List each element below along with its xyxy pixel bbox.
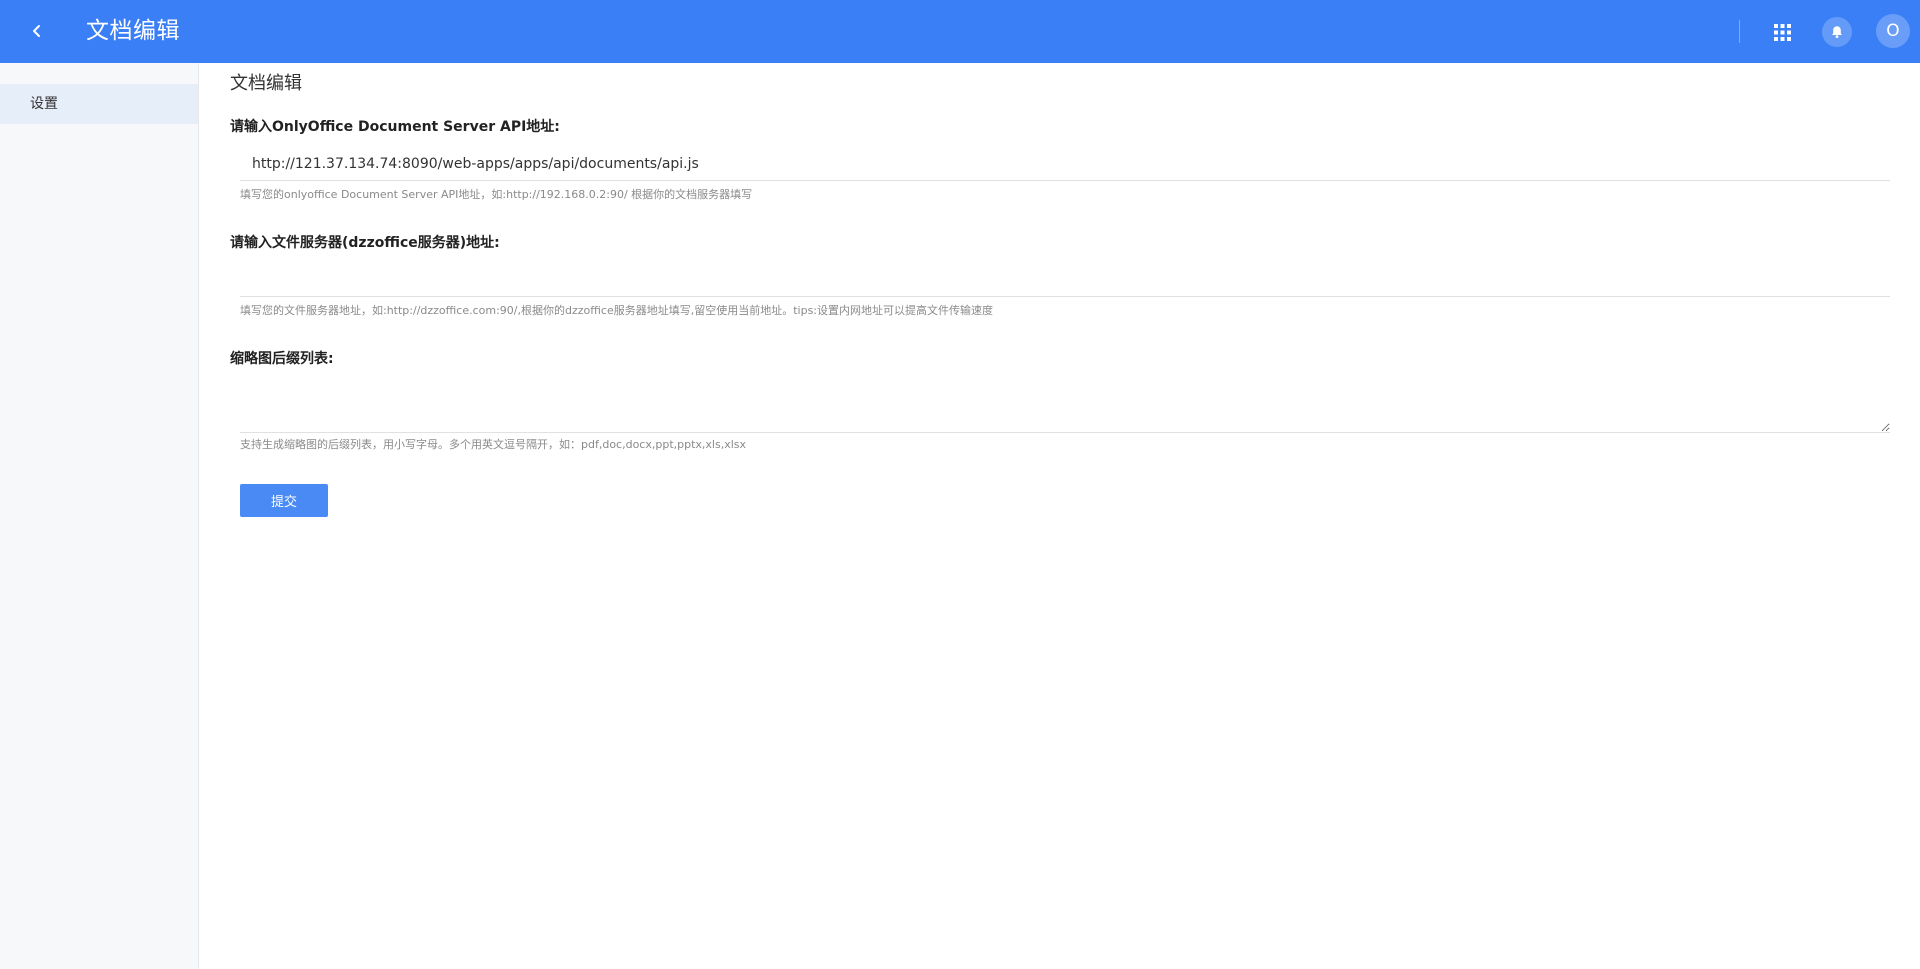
page-title: 文档编辑 (230, 73, 302, 94)
chevron-left-icon (33, 25, 40, 37)
back-button[interactable] (20, 12, 54, 50)
bell-icon (1832, 26, 1842, 38)
onlyoffice-api-help: 填写您的onlyoffice Document Server API地址，如:h… (240, 188, 753, 201)
onlyoffice-api-input[interactable] (240, 147, 1890, 181)
sidebar-item-settings[interactable]: 设置 (0, 84, 198, 124)
thumbnail-suffix-textarea[interactable] (240, 377, 1890, 433)
submit-button[interactable]: 提交 (240, 484, 328, 517)
header-title: 文档编辑 (86, 18, 180, 44)
file-server-label: 请输入文件服务器(dzzoffice服务器)地址: (230, 235, 500, 251)
main-content: 文档编辑 请输入OnlyOffice Document Server API地址… (200, 63, 1920, 969)
user-avatar[interactable]: O (1876, 14, 1910, 48)
thumbnail-suffix-label: 缩略图后缀列表: (230, 351, 334, 367)
grid-apps-icon (1773, 23, 1791, 41)
sidebar: 设置 (0, 63, 199, 969)
apps-button[interactable] (1765, 17, 1799, 47)
onlyoffice-api-label: 请输入OnlyOffice Document Server API地址: (230, 119, 560, 135)
sidebar-item-label: 设置 (30, 96, 58, 112)
header-divider (1739, 20, 1740, 43)
file-server-help: 填写您的文件服务器地址，如:http://dzzoffice.com:90/,根… (240, 304, 994, 317)
top-header: 文档编辑 O (0, 0, 1920, 63)
file-server-input[interactable] (240, 263, 1890, 297)
thumbnail-suffix-help: 支持生成缩略图的后缀列表，用小写字母。多个用英文逗号隔开，如：pdf,doc,d… (240, 438, 747, 451)
notifications-button[interactable] (1822, 17, 1852, 47)
